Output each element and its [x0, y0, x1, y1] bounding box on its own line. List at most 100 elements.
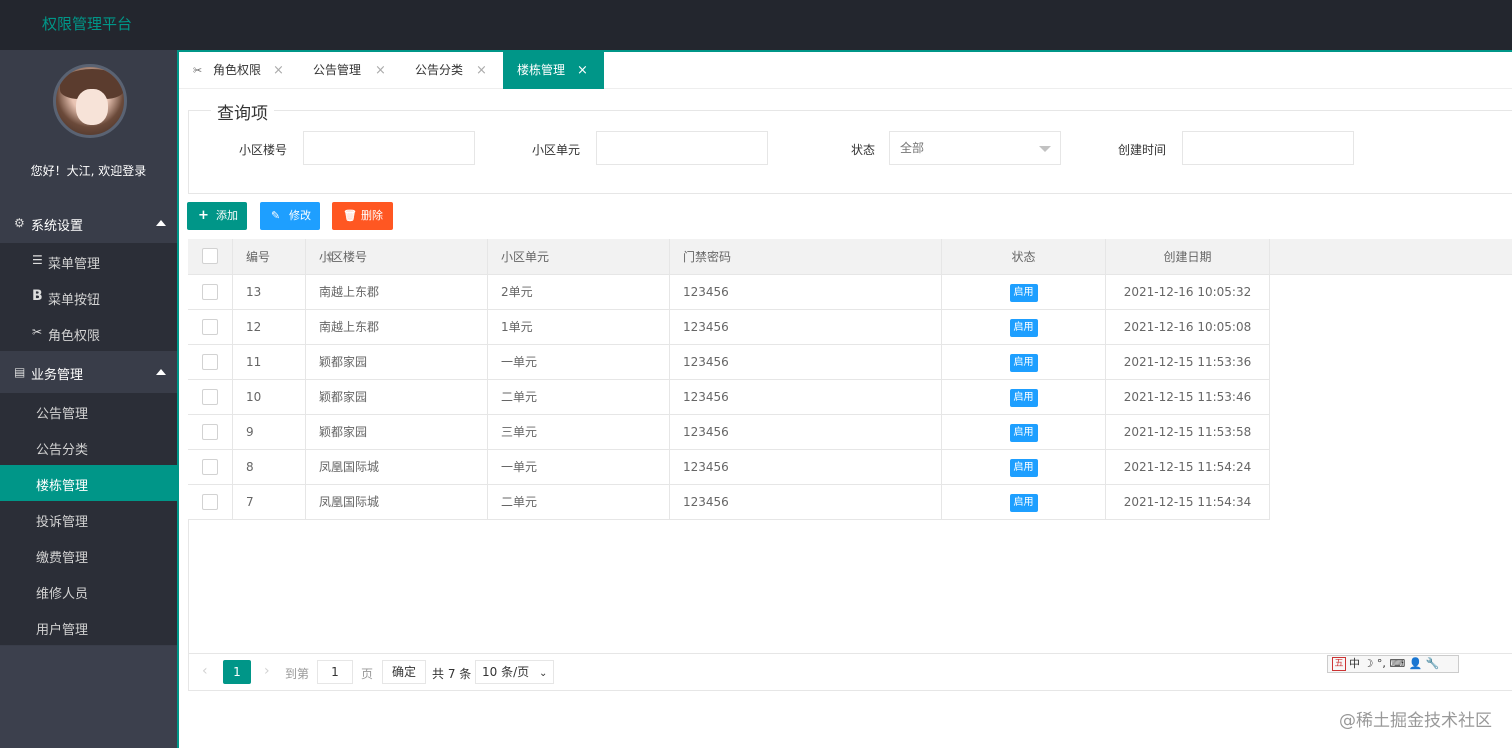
row-checkbox-cell	[188, 275, 233, 310]
caret-up-icon	[156, 220, 166, 226]
cell-created: 2021-12-15 11:53:36	[1106, 345, 1270, 380]
tab-label: 角色权限	[213, 63, 262, 77]
page-size-select[interactable]: 10 条/页 ⌄	[475, 660, 555, 684]
cell-text: 7	[246, 495, 254, 509]
prev-page-icon[interactable]: ‹	[202, 663, 208, 679]
sidebar-item-payments[interactable]: 缴费管理	[0, 537, 177, 573]
table-row[interactable]: 8 凤凰国际城 一单元 123456 启用 2021-12-15 11:54:24	[188, 450, 1270, 485]
cell-text: 凤凰国际城	[319, 460, 380, 474]
content-left-border	[177, 50, 179, 748]
close-icon[interactable]: ×	[476, 52, 487, 89]
sidebar-item-users[interactable]: 用户管理	[0, 609, 177, 645]
sidebar-item-buildings[interactable]: 楼栋管理	[0, 465, 177, 501]
row-checkbox[interactable]	[202, 284, 218, 300]
status-select-value: 全部	[900, 141, 925, 155]
header-label: 创建日期	[1163, 250, 1212, 264]
status-badge: 启用	[1009, 318, 1038, 337]
page-current[interactable]: 1	[223, 660, 251, 684]
sidebar-item-label: 投诉管理	[36, 515, 89, 530]
cell-text: 2021-12-15 11:53:36	[1123, 355, 1252, 369]
bold-b-icon: B	[32, 288, 43, 304]
delete-button[interactable]: 🗑 删除	[332, 202, 393, 230]
table-row[interactable]: 12 南越上东郡 1单元 123456 启用 2021-12-16 10:05:08	[188, 310, 1270, 345]
close-icon[interactable]: ×	[375, 52, 386, 89]
cell-id: 9	[233, 415, 306, 450]
unit-label: 小区单元	[532, 143, 581, 157]
close-icon[interactable]: ×	[577, 52, 588, 89]
nav-group-system-settings[interactable]: ⚙ 系统设置	[0, 203, 177, 243]
sidebar-item-role-permissions[interactable]: ✂ 角色权限	[0, 315, 177, 351]
row-checkbox[interactable]	[202, 459, 218, 475]
sidebar-item-menu-management[interactable]: ☰ 菜单管理	[0, 243, 177, 279]
header-label: 小区单元	[501, 250, 550, 264]
building-input[interactable]	[303, 131, 475, 165]
cell-text: 二单元	[501, 495, 538, 509]
row-checkbox[interactable]	[202, 424, 218, 440]
table-row[interactable]: 7 凤凰国际城 二单元 123456 启用 2021-12-15 11:54:34	[188, 485, 1270, 520]
row-checkbox[interactable]	[202, 494, 218, 510]
goto-page-input[interactable]: 1	[317, 660, 353, 684]
close-icon[interactable]: ×	[273, 52, 284, 89]
avatar[interactable]	[53, 64, 127, 138]
cell-text: 9	[246, 425, 254, 439]
table-row[interactable]: 13 南越上东郡 2单元 123456 启用 2021-12-16 10:05:32	[188, 275, 1270, 310]
tab-announcement-categories[interactable]: 公告分类 ×	[399, 52, 499, 89]
cell-created: 2021-12-15 11:54:34	[1106, 485, 1270, 520]
created-date-input[interactable]	[1182, 131, 1354, 165]
cell-status: 启用	[942, 380, 1106, 415]
ime-logo-icon: 五	[1332, 657, 1346, 671]
select-all-checkbox[interactable]	[202, 248, 218, 264]
sidebar-item-announcement-categories[interactable]: 公告分类	[0, 429, 177, 465]
cell-id: 12	[233, 310, 306, 345]
cell-text: 2021-12-16 10:05:32	[1123, 285, 1252, 299]
status-select[interactable]: 全部	[889, 131, 1061, 165]
sidebar-bottom	[0, 646, 177, 748]
unit-input[interactable]	[596, 131, 768, 165]
tab-announcements[interactable]: 公告管理 ×	[297, 52, 397, 89]
row-checkbox[interactable]	[202, 319, 218, 335]
sidebar-item-label: 用户管理	[36, 623, 89, 638]
header-label: 小区楼号	[319, 250, 368, 264]
row-checkbox[interactable]	[202, 354, 218, 370]
edit-button[interactable]: ✎ 修改	[260, 202, 320, 230]
table-header: 编号 小区楼号 小区单元 门禁密码 状态 创建日期	[188, 239, 1512, 275]
app-title[interactable]: 权限管理平台	[42, 13, 132, 34]
row-checkbox[interactable]	[202, 389, 218, 405]
header-created: 创建日期	[1106, 239, 1270, 275]
nav-group-business[interactable]: ▤ 业务管理	[0, 352, 177, 392]
goto-confirm-button[interactable]: 确定	[382, 660, 427, 684]
cell-created: 2021-12-15 11:53:58	[1106, 415, 1270, 450]
sidebar-item-announcements[interactable]: 公告管理	[0, 393, 177, 429]
cell-text: 123456	[683, 495, 729, 509]
sidebar-item-menu-buttons[interactable]: B 菜单按钮	[0, 279, 177, 315]
header-id[interactable]: 编号	[233, 239, 334, 275]
table-row[interactable]: 9 颖都家园 三单元 123456 启用 2021-12-15 11:53:58	[188, 415, 1270, 450]
ime-toolbar[interactable]: 五中 ☽ °, ⌨ 👤 🔧	[1327, 655, 1459, 673]
delete-button-label: 删除	[361, 209, 383, 222]
cell-text: 南越上东郡	[319, 320, 380, 334]
sidebar-item-complaints[interactable]: 投诉管理	[0, 501, 177, 537]
add-button[interactable]: + 添加	[187, 202, 247, 230]
sidebar-item-repair-staff[interactable]: 维修人员	[0, 573, 177, 609]
next-page-icon[interactable]: ›	[264, 663, 270, 679]
cell-created: 2021-12-16 10:05:08	[1106, 310, 1270, 345]
table-row[interactable]: 10 颖都家园 二单元 123456 启用 2021-12-15 11:53:46	[188, 380, 1270, 415]
tab-role-permissions[interactable]: ✂ 角色权限 ×	[179, 52, 295, 89]
cell-text: 2021-12-15 11:54:24	[1123, 460, 1252, 474]
cell-text: 南越上东郡	[319, 285, 380, 299]
cell-status: 启用	[942, 415, 1106, 450]
clipboard-icon: ▤	[14, 365, 26, 379]
cell-building: 南越上东郡	[306, 310, 488, 345]
cell-text: 一单元	[501, 460, 538, 474]
nav-submenu-business: 公告管理 公告分类 楼栋管理 投诉管理 缴费管理 维修人员 用户管理	[0, 393, 177, 645]
table-row[interactable]: 11 颖都家园 一单元 123456 启用 2021-12-15 11:53:36	[188, 345, 1270, 380]
tab-buildings[interactable]: 楼栋管理 ×	[503, 52, 604, 89]
cell-text: 13	[246, 285, 262, 299]
ime-status: 中 ☽ °, ⌨ 👤 🔧	[1349, 657, 1440, 670]
chevron-down-icon	[1039, 146, 1051, 152]
cell-text: 颖都家园	[319, 390, 368, 404]
nav-group-label: 系统设置	[31, 219, 84, 234]
header-label: 编号	[246, 250, 271, 264]
cell-text: 1单元	[501, 320, 533, 334]
tab-label: 公告分类	[415, 63, 464, 77]
